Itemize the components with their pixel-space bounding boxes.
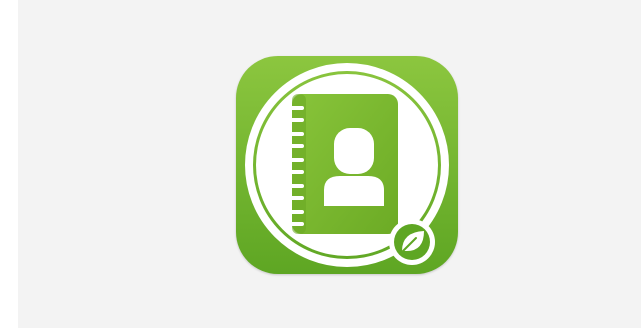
contacts-app-icon xyxy=(236,56,458,274)
app-icon[interactable] xyxy=(236,56,458,274)
page-background xyxy=(18,0,641,328)
leaf-badge-icon xyxy=(389,219,435,265)
address-book-icon xyxy=(277,94,398,234)
